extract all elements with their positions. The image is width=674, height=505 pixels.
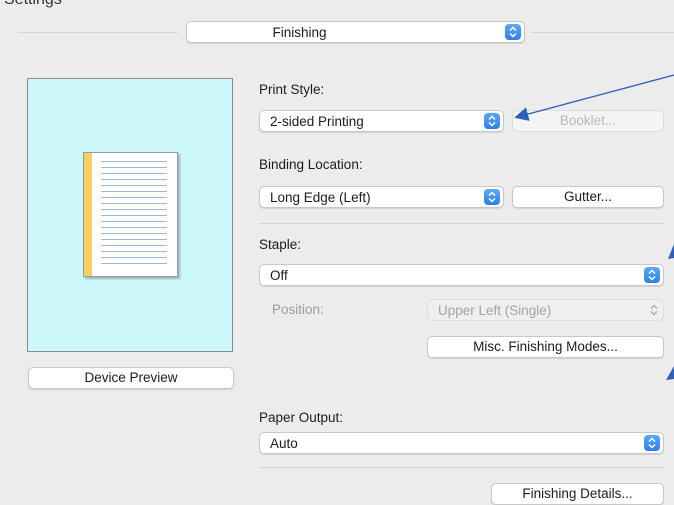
section-separator xyxy=(259,223,664,224)
top-partial-text: Settings xyxy=(4,0,62,9)
document-preview-icon xyxy=(83,152,178,277)
staple-position-label: Position: xyxy=(272,302,324,317)
bottom-separator xyxy=(259,467,664,468)
popup-stepper-icon xyxy=(644,267,660,283)
print-style-value: 2-sided Printing xyxy=(270,114,364,129)
staple-label: Staple: xyxy=(259,237,302,252)
booklet-button[interactable]: Booklet... xyxy=(512,110,664,132)
popup-stepper-icon xyxy=(505,24,521,40)
finishing-details-button[interactable]: Finishing Details... xyxy=(491,483,664,505)
staple-popup[interactable]: Off xyxy=(259,264,664,286)
print-style-popup[interactable]: 2-sided Printing xyxy=(259,110,504,132)
staple-value: Off xyxy=(270,268,288,283)
paper-output-popup[interactable]: Auto xyxy=(259,432,664,454)
popup-stepper-icon xyxy=(644,435,660,451)
panel-selector-popup[interactable]: Finishing xyxy=(186,21,525,43)
binding-location-value: Long Edge (Left) xyxy=(270,190,371,205)
device-preview-button[interactable]: Device Preview xyxy=(28,367,234,389)
staple-position-popup[interactable]: Upper Left (Single) xyxy=(427,299,664,321)
top-separator-right xyxy=(531,32,674,33)
binding-location-label: Binding Location: xyxy=(259,157,363,172)
popup-stepper-icon xyxy=(484,189,500,205)
disabled-stepper-icon xyxy=(650,304,658,319)
gutter-button[interactable]: Gutter... xyxy=(512,186,664,208)
binding-edge-strip xyxy=(84,153,92,276)
paper-output-value: Auto xyxy=(270,436,298,451)
device-preview-panel xyxy=(27,78,233,352)
print-style-label: Print Style: xyxy=(259,82,325,97)
popup-stepper-icon xyxy=(484,113,500,129)
binding-location-popup[interactable]: Long Edge (Left) xyxy=(259,186,504,208)
paper-output-label: Paper Output: xyxy=(259,410,344,425)
staple-position-value: Upper Left (Single) xyxy=(438,303,552,318)
misc-finishing-modes-button[interactable]: Misc. Finishing Modes... xyxy=(427,336,664,358)
panel-selector-label: Finishing xyxy=(272,25,327,40)
